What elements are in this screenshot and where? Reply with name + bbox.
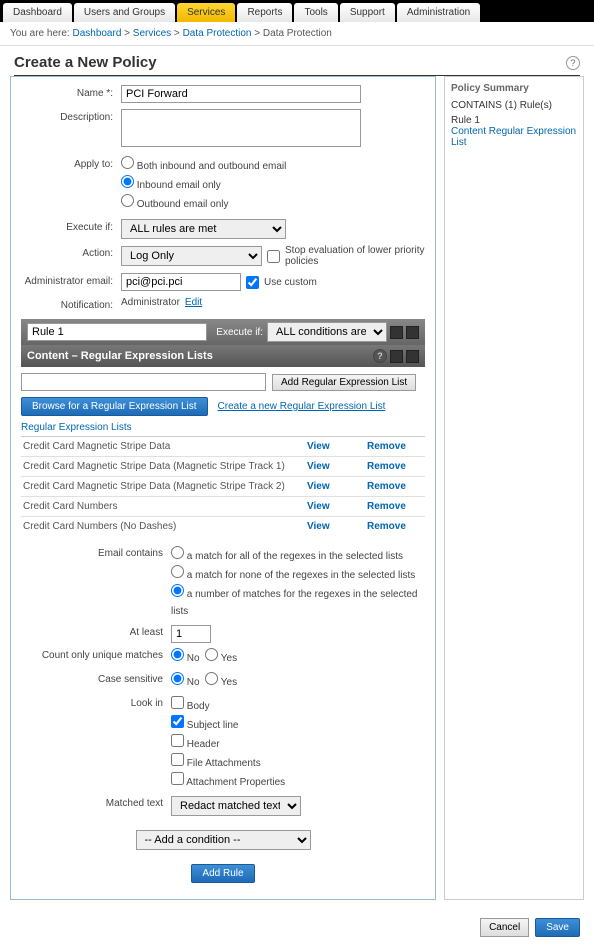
rule-header: Execute if: ALL conditions are met bbox=[21, 319, 425, 345]
rule-name-input[interactable] bbox=[27, 323, 207, 341]
matched-text-select[interactable]: Redact matched text bbox=[171, 796, 301, 816]
tab-reports[interactable]: Reports bbox=[237, 3, 292, 22]
execute-if-select[interactable]: ALL rules are met bbox=[121, 219, 286, 239]
stop-eval-checkbox[interactable] bbox=[267, 250, 280, 263]
regex-table: Credit Card Magnetic Stripe DataViewRemo… bbox=[21, 436, 425, 536]
lookin-body-checkbox[interactable] bbox=[171, 696, 184, 709]
browse-regex-button[interactable]: Browse for a Regular Expression List bbox=[21, 397, 208, 416]
nav-tabs: DashboardUsers and GroupsServicesReports… bbox=[0, 0, 594, 22]
table-row: Credit Card NumbersViewRemove bbox=[21, 497, 425, 517]
regex-input[interactable] bbox=[21, 373, 266, 391]
section-help-icon[interactable]: ? bbox=[373, 349, 387, 363]
unique-no-radio[interactable] bbox=[171, 648, 184, 661]
view-link[interactable]: View bbox=[305, 477, 365, 497]
tab-users-and-groups[interactable]: Users and Groups bbox=[74, 3, 175, 22]
add-regex-button[interactable]: Add Regular Expression List bbox=[272, 374, 416, 391]
view-link[interactable]: View bbox=[305, 437, 365, 457]
regex-name: Credit Card Magnetic Stripe Data bbox=[21, 437, 305, 457]
view-link[interactable]: View bbox=[305, 517, 365, 537]
add-rule-button[interactable]: Add Rule bbox=[191, 864, 254, 883]
regex-name: Credit Card Numbers bbox=[21, 497, 305, 517]
name-input[interactable] bbox=[121, 85, 361, 103]
crumb-current: Data Protection bbox=[263, 28, 332, 39]
remove-link[interactable]: Remove bbox=[365, 517, 425, 537]
summary-regex-link[interactable]: Content Regular Expression List bbox=[451, 126, 576, 148]
section-close-icon[interactable] bbox=[390, 350, 403, 363]
name-label: Name *: bbox=[21, 85, 121, 99]
page-title: Create a New Policy bbox=[14, 54, 157, 71]
policy-form: Name *: Description: Apply to: Both inbo… bbox=[10, 76, 436, 900]
notif-label: Notification: bbox=[21, 297, 121, 311]
table-row: Credit Card Magnetic Stripe DataViewRemo… bbox=[21, 437, 425, 457]
help-icon[interactable]: ? bbox=[566, 56, 580, 70]
admin-email-input[interactable] bbox=[121, 273, 241, 291]
regex-name: Credit Card Magnetic Stripe Data (Magnet… bbox=[21, 477, 305, 497]
tab-dashboard[interactable]: Dashboard bbox=[3, 3, 72, 22]
lookin-header-checkbox[interactable] bbox=[171, 734, 184, 747]
tab-tools[interactable]: Tools bbox=[294, 3, 337, 22]
desc-input[interactable] bbox=[121, 109, 361, 147]
unique-yes-radio[interactable] bbox=[205, 648, 218, 661]
rule-execute-select[interactable]: ALL conditions are met bbox=[267, 322, 387, 342]
regex-name: Credit Card Magnetic Stripe Data (Magnet… bbox=[21, 457, 305, 477]
policy-summary: Policy Summary CONTAINS (1) Rule(s) Rule… bbox=[444, 76, 584, 900]
lookin-attachprop-checkbox[interactable] bbox=[171, 772, 184, 785]
table-row: Credit Card Magnetic Stripe Data (Magnet… bbox=[21, 457, 425, 477]
crumb-services[interactable]: Services bbox=[133, 28, 171, 39]
tab-administration[interactable]: Administration bbox=[397, 3, 480, 22]
section-collapse-icon[interactable] bbox=[406, 350, 419, 363]
cancel-button[interactable]: Cancel bbox=[480, 918, 529, 937]
table-row: Credit Card Numbers (No Dashes)ViewRemov… bbox=[21, 517, 425, 537]
regex-table-title: Regular Expression Lists bbox=[21, 422, 425, 433]
exec-label: Execute if: bbox=[21, 219, 121, 233]
crumb-dashboard[interactable]: Dashboard bbox=[72, 28, 121, 39]
close-icon[interactable] bbox=[390, 326, 403, 339]
desc-label: Description: bbox=[21, 109, 121, 123]
email-contains-none-radio[interactable] bbox=[171, 565, 184, 578]
tab-support[interactable]: Support bbox=[340, 3, 395, 22]
email-contains-all-radio[interactable] bbox=[171, 546, 184, 559]
crumb-data-protection[interactable]: Data Protection bbox=[183, 28, 252, 39]
remove-link[interactable]: Remove bbox=[365, 437, 425, 457]
view-link[interactable]: View bbox=[305, 497, 365, 517]
action-select[interactable]: Log Only bbox=[121, 246, 262, 266]
save-button[interactable]: Save bbox=[535, 918, 580, 937]
action-label: Action: bbox=[21, 245, 121, 259]
tab-services[interactable]: Services bbox=[177, 3, 235, 22]
lookin-attach-checkbox[interactable] bbox=[171, 753, 184, 766]
admin-email-label: Administrator email: bbox=[21, 273, 121, 287]
stop-eval-label: Stop evaluation of lower priority polici… bbox=[285, 245, 425, 267]
apply-label: Apply to: bbox=[21, 156, 121, 170]
use-custom-checkbox[interactable] bbox=[246, 276, 259, 289]
at-least-input[interactable] bbox=[171, 625, 211, 643]
view-link[interactable]: View bbox=[305, 457, 365, 477]
case-no-radio[interactable] bbox=[171, 672, 184, 685]
notif-edit-link[interactable]: Edit bbox=[185, 297, 202, 308]
case-yes-radio[interactable] bbox=[205, 672, 218, 685]
add-condition-select[interactable]: -- Add a condition -- bbox=[136, 830, 311, 850]
apply-inbound-radio[interactable] bbox=[121, 175, 134, 188]
email-contains-number-radio[interactable] bbox=[171, 584, 184, 597]
remove-link[interactable]: Remove bbox=[365, 457, 425, 477]
apply-outbound-radio[interactable] bbox=[121, 194, 134, 207]
remove-link[interactable]: Remove bbox=[365, 497, 425, 517]
breadcrumb: You are here: Dashboard > Services > Dat… bbox=[0, 22, 594, 46]
collapse-icon[interactable] bbox=[406, 326, 419, 339]
lookin-subject-checkbox[interactable] bbox=[171, 715, 184, 728]
regex-section-header: Content – Regular Expression Lists ? bbox=[21, 345, 425, 367]
table-row: Credit Card Magnetic Stripe Data (Magnet… bbox=[21, 477, 425, 497]
regex-name: Credit Card Numbers (No Dashes) bbox=[21, 517, 305, 537]
apply-both-radio[interactable] bbox=[121, 156, 134, 169]
remove-link[interactable]: Remove bbox=[365, 477, 425, 497]
create-regex-link[interactable]: Create a new Regular Expression List bbox=[218, 401, 386, 412]
